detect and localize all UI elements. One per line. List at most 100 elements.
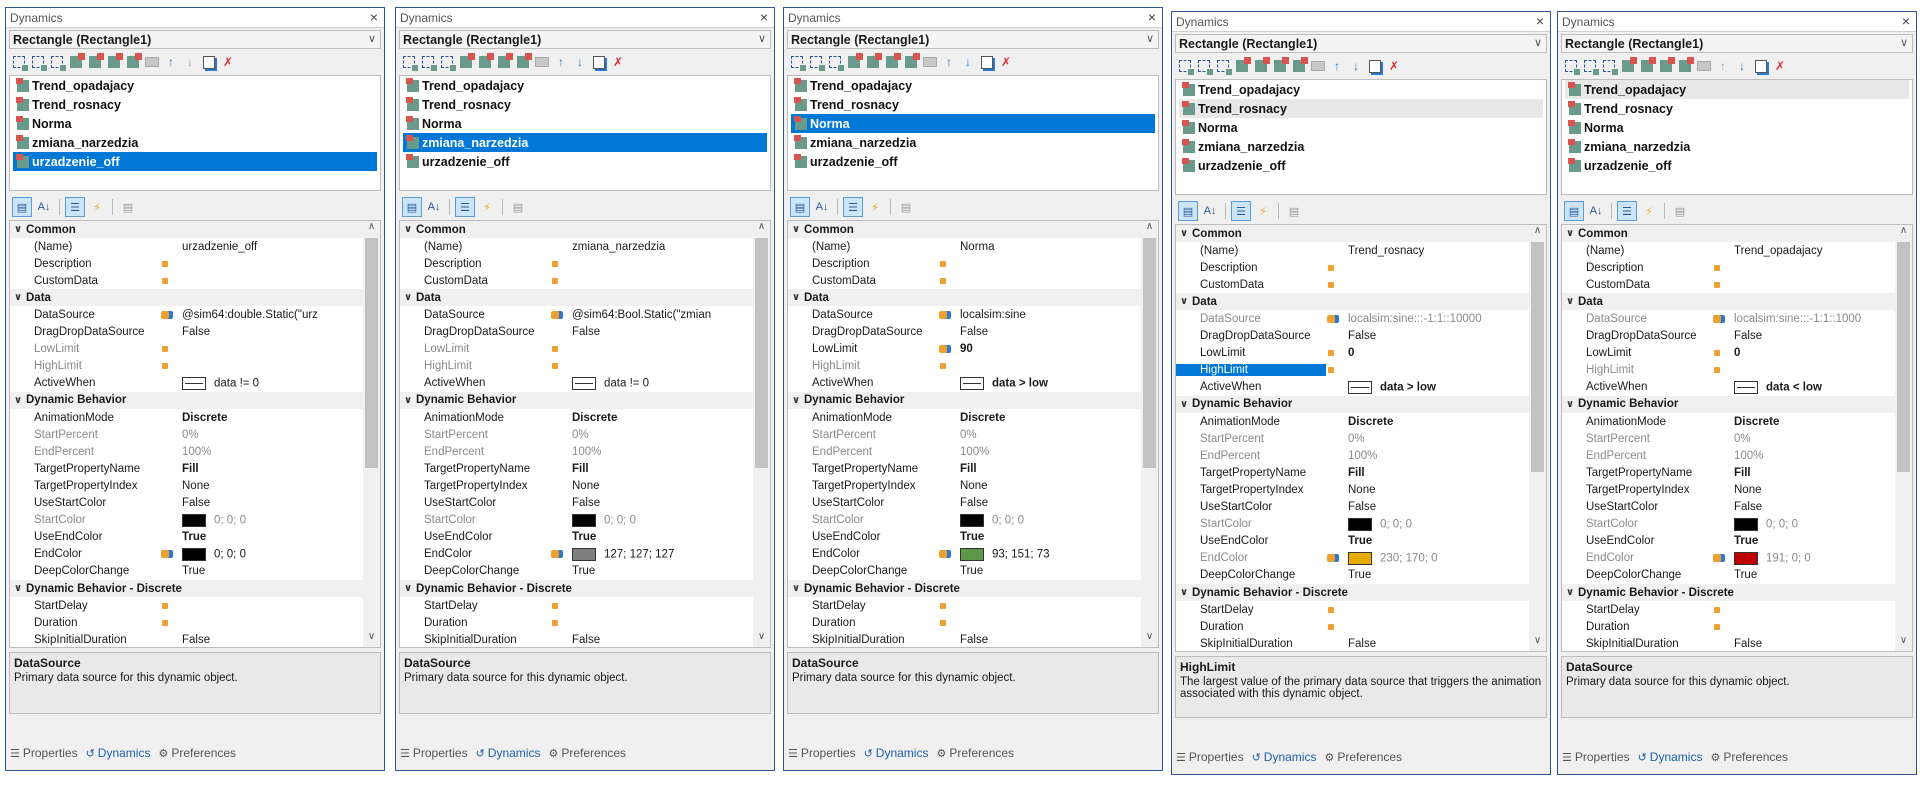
prop-startcolor-value[interactable]: 0; 0; 0	[572, 513, 753, 527]
properties-view-icon[interactable]: ☰	[843, 197, 863, 217]
prop-description[interactable]: Description	[400, 255, 753, 272]
category-dynamic-behavior-discrete[interactable]: ∨ Dynamic Behavior - Discrete	[788, 579, 1141, 598]
collapse-chevron-icon[interactable]: ∨	[1176, 587, 1192, 598]
prop-description[interactable]: Description	[1562, 259, 1895, 276]
category-dynamic-behavior-discrete[interactable]: ∨ Dynamic Behavior - Discrete	[400, 579, 753, 598]
copy-icon[interactable]	[1366, 57, 1384, 75]
chevron-down-icon[interactable]: ∨	[368, 32, 376, 45]
prop-startpercent-value[interactable]: 0%	[1734, 433, 1895, 445]
prop-dragdrop[interactable]: DragDropDataSource False	[10, 324, 363, 341]
delete-icon[interactable]: ✗	[997, 53, 1015, 71]
add-dynamic-icon[interactable]	[788, 53, 806, 71]
dynamic-type-icon[interactable]	[1619, 57, 1637, 75]
prop-useendcolor[interactable]: UseEndColor True	[1562, 533, 1895, 550]
properties-view-icon[interactable]: ☰	[1617, 201, 1637, 221]
prop-targetpropertyname-value[interactable]: Fill	[572, 463, 753, 475]
collapse-chevron-icon[interactable]: ∨	[1176, 399, 1192, 410]
color-swatch[interactable]	[1348, 551, 1372, 565]
prop-highlimit[interactable]: HighLimit	[788, 358, 1141, 375]
scroll-up-icon[interactable]: ∧	[1141, 221, 1158, 237]
prop-activewhen[interactable]: ActiveWhen data != 0	[10, 375, 363, 392]
prop-highlimit[interactable]: HighLimit	[1562, 362, 1895, 379]
tab-preferences[interactable]: ⚙ Preferences	[1710, 750, 1788, 764]
prop-lowlimit-value[interactable]: 0	[1348, 347, 1529, 359]
prop-targetpropertyindex[interactable]: TargetPropertyIndex None	[1176, 481, 1529, 498]
prop-targetpropertyname-value[interactable]: Fill	[960, 463, 1141, 475]
bind-icon[interactable]	[938, 259, 950, 269]
bind-icon[interactable]	[160, 618, 172, 628]
prop-usestartcolor[interactable]: UseStartColor False	[1562, 499, 1895, 516]
dynamic-list-item[interactable]: Trend_opadajacy	[1565, 80, 1909, 99]
collapse-chevron-icon[interactable]: ∨	[788, 292, 804, 303]
scroll-down-icon[interactable]: ∨	[363, 631, 380, 647]
color-swatch[interactable]	[1348, 517, 1372, 531]
prop-dragdrop[interactable]: DragDropDataSource False	[1562, 328, 1895, 345]
prop-lowlimit[interactable]: LowLimit 0	[1176, 345, 1529, 362]
collapse-chevron-icon[interactable]: ∨	[400, 395, 416, 406]
prop-useendcolor[interactable]: UseEndColor True	[1176, 533, 1529, 550]
bind-icon[interactable]	[1326, 622, 1338, 632]
categorized-icon[interactable]: ▤	[12, 197, 32, 217]
prop-endpercent[interactable]: EndPercent 100%	[400, 443, 753, 460]
object-selector[interactable]: Rectangle (Rectangle1) ∨	[1561, 34, 1913, 53]
bind-icon[interactable]	[160, 601, 172, 611]
prop-endpercent[interactable]: EndPercent 100%	[1562, 447, 1895, 464]
prop-skipinitialduration-value[interactable]: False	[182, 634, 363, 646]
prop-lowlimit[interactable]: LowLimit 0	[1562, 345, 1895, 362]
category-common[interactable]: ∨ Common	[400, 221, 753, 239]
tab-preferences[interactable]: ⚙ Preferences	[1324, 750, 1402, 764]
scroll-thumb[interactable]	[755, 238, 768, 468]
tab-dynamics[interactable]: ↺ Dynamics	[864, 746, 929, 760]
prop-startpercent[interactable]: StartPercent 0%	[400, 426, 753, 443]
bind-icon[interactable]	[1712, 622, 1724, 632]
prop-endcolor[interactable]: EndColor 127; 127; 127	[400, 546, 753, 563]
dynamic-list-item[interactable]: Trend_rosnacy	[1179, 99, 1543, 118]
prop-lowlimit-value[interactable]: 0	[1734, 347, 1895, 359]
dynamic-type-icon[interactable]	[1271, 57, 1289, 75]
prop-targetpropertyname-value[interactable]: Fill	[1348, 467, 1529, 479]
category-dynamic-behavior[interactable]: ∨ Dynamic Behavior	[788, 391, 1141, 410]
prop-targetpropertyindex-value[interactable]: None	[572, 480, 753, 492]
copy-icon[interactable]	[590, 53, 608, 71]
tab-dynamics[interactable]: ↺ Dynamics	[1638, 750, 1703, 764]
dynamic-list-item[interactable]: zmiana_narzedzia	[13, 133, 377, 152]
category-dynamic-behavior[interactable]: ∨ Dynamic Behavior	[400, 391, 753, 410]
prop-startdelay[interactable]: StartDelay	[788, 597, 1141, 614]
add-dynamic-icon[interactable]	[826, 53, 844, 71]
sort-az-icon[interactable]: A↓	[424, 197, 444, 217]
dynamic-list-item[interactable]: zmiana_narzedzia	[403, 133, 767, 152]
tab-dynamics[interactable]: ↺ Dynamics	[1252, 750, 1317, 764]
prop-startpercent-value[interactable]: 0%	[1348, 433, 1529, 445]
bind-icon[interactable]	[1712, 263, 1724, 273]
prop-deepcolorchange-value[interactable]: True	[1348, 569, 1529, 581]
color-swatch[interactable]	[1734, 551, 1758, 565]
scroll-down-icon[interactable]: ∨	[753, 631, 770, 647]
prop-highlimit[interactable]: HighLimit	[1176, 362, 1529, 379]
add-dynamic-icon[interactable]	[807, 53, 825, 71]
prop-activewhen[interactable]: ActiveWhen data != 0	[400, 375, 753, 392]
bind-icon[interactable]	[1326, 263, 1338, 273]
prop-targetpropertyindex-value[interactable]: None	[182, 480, 363, 492]
prop-description[interactable]: Description	[10, 255, 363, 272]
color-swatch[interactable]	[572, 513, 596, 527]
dynamic-type-icon[interactable]	[105, 53, 123, 71]
close-icon[interactable]: ×	[370, 9, 378, 25]
bind-icon[interactable]	[550, 361, 562, 371]
dynamic-type-icon[interactable]	[1290, 57, 1308, 75]
tab-dynamics[interactable]: ↺ Dynamics	[476, 746, 541, 760]
prop-startpercent[interactable]: StartPercent 0%	[1176, 430, 1529, 447]
prop-duration[interactable]: Duration	[400, 614, 753, 631]
expression-icon[interactable]	[960, 376, 984, 390]
prop-datasource[interactable]: DataSource localsim:sine	[788, 306, 1141, 323]
dynamic-list-item[interactable]: Norma	[791, 114, 1155, 133]
prop-duration[interactable]: Duration	[788, 614, 1141, 631]
link-icon[interactable]	[1326, 553, 1338, 563]
object-selector[interactable]: Rectangle (Rectangle1) ∨	[787, 30, 1159, 49]
chevron-down-icon[interactable]: ∨	[1146, 32, 1154, 45]
prop-highlimit[interactable]: HighLimit	[10, 358, 363, 375]
prop-name-value[interactable]: urzadzenie_off	[182, 241, 363, 253]
prop-useendcolor-value[interactable]: True	[1348, 535, 1529, 547]
dynamic-list-item[interactable]: Norma	[403, 114, 767, 133]
prop-startcolor[interactable]: StartColor 0; 0; 0	[10, 512, 363, 529]
properties-view-icon[interactable]: ☰	[1231, 201, 1251, 221]
